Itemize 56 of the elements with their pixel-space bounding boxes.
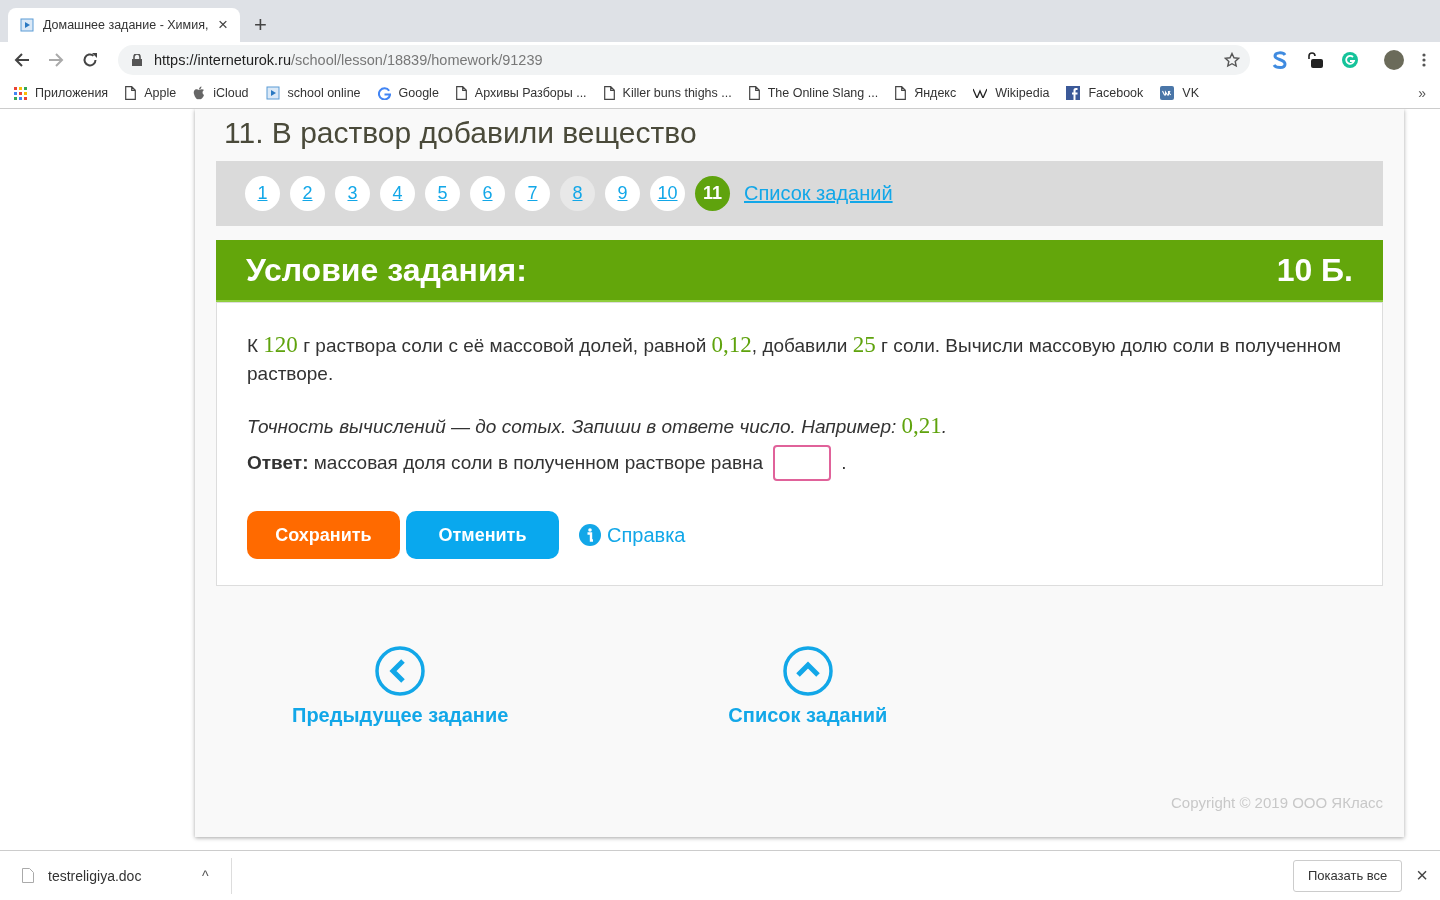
padlock-icon[interactable] [1306,51,1324,69]
browser-tab[interactable]: Домашнее задание - Химия, × [8,8,240,42]
avatar-circle[interactable] [1384,50,1404,70]
new-tab-button[interactable]: + [254,8,267,42]
w-letter-icon [973,88,988,98]
address-bar[interactable]: https://interneturok.ru/school/lesson/18839/homework/91239 [118,45,1250,75]
bookmark-item[interactable]: VK [1160,86,1199,100]
bookmark-item[interactable]: The Online Slang ... [748,86,879,100]
more-bookmarks-button[interactable]: » [1418,85,1426,101]
problem-text: К 120 г раствора соли с её массовой долей, равной 0,12, добавили 25 г соли. Вычисли массовую долю соли в полученном растворе. [247,331,1342,386]
left-chevron-circle-icon[interactable] [375,646,426,696]
play-icon [265,86,280,100]
caret-icon[interactable]: ^ [202,867,209,884]
url-text: https://interneturok.ru/school/lesson/18839/homework/91239 [154,52,544,68]
bookmark-item[interactable]: Killer buns thighs ... [603,86,732,100]
bookmark-item[interactable]: Apple [125,86,177,100]
condition-title: Условие задания: [246,251,527,289]
bookmark-item[interactable]: Google [377,86,439,100]
page-icon [125,86,137,100]
file-icon [22,868,34,883]
play-icon [20,18,34,32]
close-icon[interactable]: × [218,15,228,35]
bookmark-item[interactable]: Архивы Разборы ... [455,86,587,100]
page-icon [603,86,615,100]
page-icon [455,86,467,100]
lock-icon [132,54,142,66]
bookmark-item[interactable]: Wikipedia [973,86,1050,100]
g-letter-icon [377,86,391,100]
apple-icon [193,86,206,100]
points-label: 10 Б. [1276,251,1353,289]
extension-s-icon[interactable] [1272,51,1288,69]
reload-icon[interactable] [82,52,98,68]
bookmark-item[interactable]: Facebook [1066,86,1144,100]
tab-title: Домашнее задание - Химия, [43,18,210,32]
hint-text: Точность вычислений — до сотых. Запиши в ответе число. Например: 0,21. [247,412,949,440]
grid-icon [14,86,27,100]
star-icon[interactable] [1224,52,1240,68]
answer-period: . [841,452,847,474]
info-icon [579,524,601,546]
answer-text: Ответ: массовая доля соли в полученном растворе равна [247,452,764,474]
download-filename[interactable]: testreligiya.doc [48,867,188,884]
bookmark-item[interactable]: iCloud [193,86,249,100]
back-icon[interactable] [14,52,30,68]
vk-logo-icon [1160,86,1175,100]
f-letter-icon [1066,86,1081,100]
bookmark-item[interactable]: Яндекс [895,86,957,100]
show-all-button[interactable]: Показать все [1292,859,1403,892]
page-icon [895,86,907,100]
menu-icon[interactable] [1422,53,1426,67]
answer-field[interactable] [773,445,832,481]
close-icon[interactable]: × [1416,864,1428,887]
bookmark-item[interactable]: school online [265,86,361,100]
page-icon [748,86,760,100]
up-chevron-circle-icon[interactable] [782,646,833,696]
task-heading: 11. В раствор добавили вещество [224,115,698,151]
bookmark-item[interactable]: Приложения [14,86,109,100]
